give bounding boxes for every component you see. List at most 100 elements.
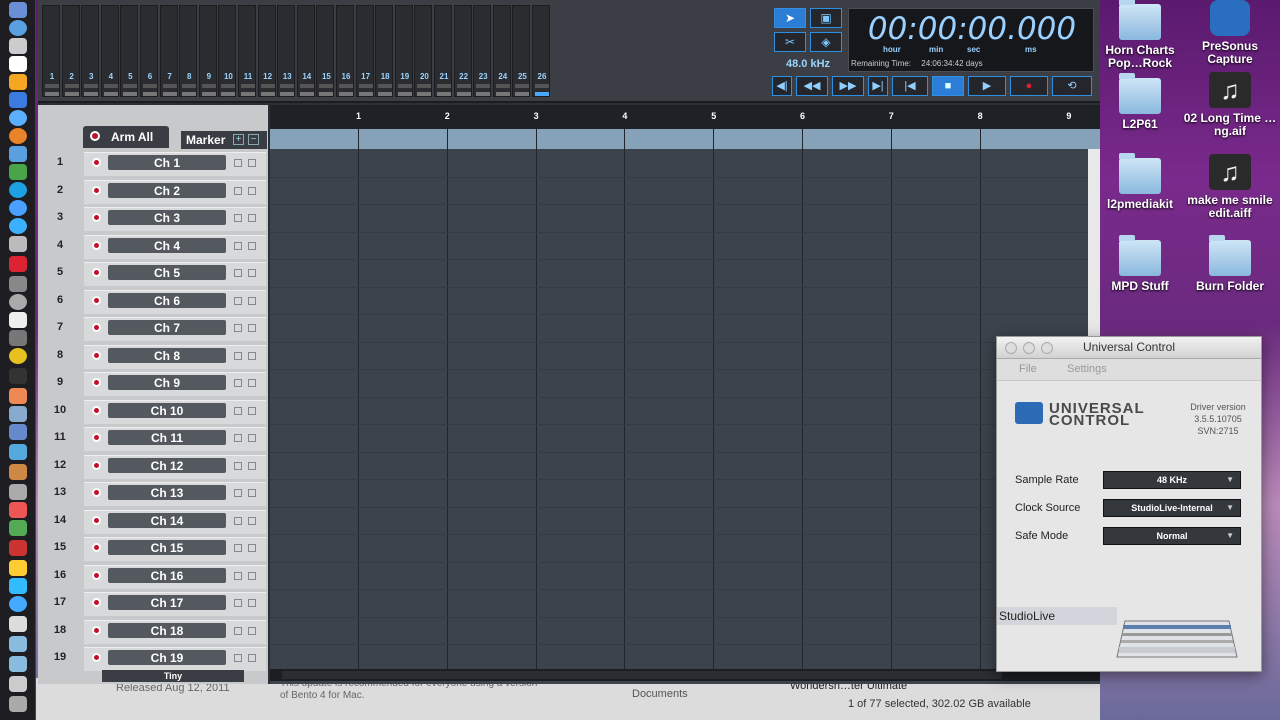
meter-select[interactable] (535, 92, 549, 96)
app-icon[interactable] (9, 236, 27, 252)
title-bar[interactable]: Universal Control (997, 337, 1261, 359)
desktop-item-mpd-stuff[interactable]: MPD Stuff (1090, 235, 1190, 293)
menu-file[interactable]: File (1019, 363, 1037, 375)
record-arm-icon[interactable] (92, 240, 101, 250)
track-menu-icon[interactable] (248, 324, 256, 332)
meter-select[interactable] (64, 92, 79, 96)
meter-rec-indicator[interactable] (221, 84, 236, 88)
monitor-icon[interactable] (234, 626, 242, 635)
track-row[interactable]: 7 Ch 7 (38, 315, 268, 343)
record-arm-icon[interactable] (92, 653, 101, 662)
meter-select[interactable] (84, 92, 99, 96)
meter-select[interactable] (378, 92, 393, 96)
app-icon[interactable] (9, 294, 27, 310)
track-row[interactable]: 10 Ch 10 (38, 398, 268, 426)
track-menu-icon[interactable] (248, 351, 256, 360)
monitor-icon[interactable] (234, 516, 242, 525)
track-row[interactable]: 12 Ch 12 (38, 453, 268, 481)
meter-select[interactable] (358, 92, 373, 96)
track-menu-icon[interactable] (248, 544, 256, 552)
meter-select[interactable] (260, 92, 275, 96)
horizontal-scroll-thumb[interactable] (282, 671, 1002, 679)
app-icon[interactable] (9, 464, 27, 480)
track-menu-icon[interactable] (248, 296, 256, 305)
app-icon[interactable] (9, 484, 27, 500)
meter-rec-indicator[interactable] (319, 84, 334, 88)
track-row[interactable]: 14 Ch 14 (38, 508, 268, 536)
meter-select[interactable] (339, 92, 353, 96)
track-row[interactable]: 4 Ch 4 (38, 233, 268, 261)
track-row[interactable]: 19 Ch 19 (38, 645, 268, 673)
monitor-icon[interactable] (234, 489, 242, 497)
app-icon[interactable] (9, 560, 27, 576)
track-menu-icon[interactable] (248, 214, 256, 222)
app-icon[interactable] (9, 348, 27, 364)
arrange-view[interactable]: 1 2 3 4 5 6 7 8 9 (270, 105, 1100, 684)
add-marker-icon[interactable]: + (233, 134, 244, 145)
desktop-item-horn-charts[interactable]: Horn Charts Pop…Rock (1090, 0, 1190, 70)
meter-rec-indicator[interactable] (378, 84, 393, 88)
app-icon[interactable] (9, 502, 27, 518)
meter-rec-indicator[interactable] (64, 84, 79, 88)
app-icon[interactable] (9, 146, 27, 162)
record-arm-icon[interactable] (92, 268, 101, 277)
meter-rec-indicator[interactable] (535, 84, 549, 88)
track-menu-icon[interactable] (248, 461, 256, 470)
meter-select[interactable] (45, 92, 59, 96)
record-icon[interactable]: ● (1010, 76, 1048, 96)
track-menu-icon[interactable] (248, 516, 256, 525)
system-prefs-icon[interactable] (9, 20, 27, 36)
meter-select[interactable] (299, 92, 314, 96)
record-arm-icon[interactable] (92, 460, 101, 470)
clock-source-select[interactable]: StudioLive-Internal ▼ (1103, 499, 1241, 517)
meter-select[interactable] (201, 92, 216, 96)
app-icon[interactable] (9, 616, 27, 632)
meter-rec-indicator[interactable] (495, 84, 510, 88)
track-menu-icon[interactable] (248, 654, 256, 662)
monitor-icon[interactable] (234, 434, 242, 442)
firefox-icon[interactable] (9, 128, 27, 144)
track-row[interactable]: 8 Ch 8 (38, 343, 268, 371)
monitor-icon[interactable] (234, 214, 242, 222)
meter-rec-indicator[interactable] (339, 84, 353, 88)
track-row[interactable]: 3 Ch 3 (38, 205, 268, 233)
desktop-item-long-time[interactable]: ♫ 02 Long Time …ng.aif (1180, 72, 1280, 138)
desktop-item-l2p61[interactable]: L2P61 (1090, 73, 1190, 131)
record-arm-icon[interactable] (92, 213, 101, 222)
meter-rec-indicator[interactable] (45, 84, 59, 88)
meter-select[interactable] (397, 92, 412, 96)
track-row[interactable]: 6 Ch 6 (38, 288, 268, 316)
mail-icon[interactable] (9, 92, 27, 108)
monitor-icon[interactable] (234, 571, 242, 580)
app-icon[interactable] (9, 330, 27, 346)
horizontal-scrollbar[interactable] (270, 669, 1100, 681)
track-row[interactable]: 16 Ch 16 (38, 563, 268, 591)
track-menu-icon[interactable] (248, 406, 256, 415)
track-row[interactable]: 5 Ch 5 (38, 260, 268, 288)
eraser-tool-icon[interactable]: ◈ (810, 32, 842, 52)
track-row[interactable]: 18 Ch 18 (38, 618, 268, 646)
track-row[interactable]: 15 Ch 15 (38, 535, 268, 563)
meter-rec-indicator[interactable] (162, 84, 177, 88)
safe-mode-select[interactable]: Normal ▼ (1103, 527, 1241, 545)
meter-select[interactable] (123, 92, 138, 96)
rewind-icon[interactable]: ◀◀ (796, 76, 828, 96)
meter-rec-indicator[interactable] (143, 84, 157, 88)
remove-marker-icon[interactable]: − (248, 134, 259, 145)
monitor-icon[interactable] (234, 351, 242, 360)
track-row[interactable]: 17 Ch 17 (38, 590, 268, 618)
play-icon[interactable]: ▶ (968, 76, 1006, 96)
app-icon[interactable] (9, 676, 27, 692)
desktop-item-burn-folder[interactable]: Burn Folder (1180, 235, 1280, 293)
meter-rec-indicator[interactable] (182, 84, 197, 88)
meter-select[interactable] (162, 92, 177, 96)
documents-item[interactable]: Documents (632, 688, 688, 700)
app-icon[interactable] (9, 444, 27, 460)
monitor-icon[interactable] (234, 406, 242, 415)
app-icon[interactable] (9, 276, 27, 292)
monitor-icon[interactable] (234, 544, 242, 552)
record-arm-icon[interactable] (92, 323, 101, 332)
fast-forward-icon[interactable]: ▶▶ (832, 76, 864, 96)
record-arm-icon[interactable] (92, 543, 101, 552)
meter-select[interactable] (182, 92, 197, 96)
